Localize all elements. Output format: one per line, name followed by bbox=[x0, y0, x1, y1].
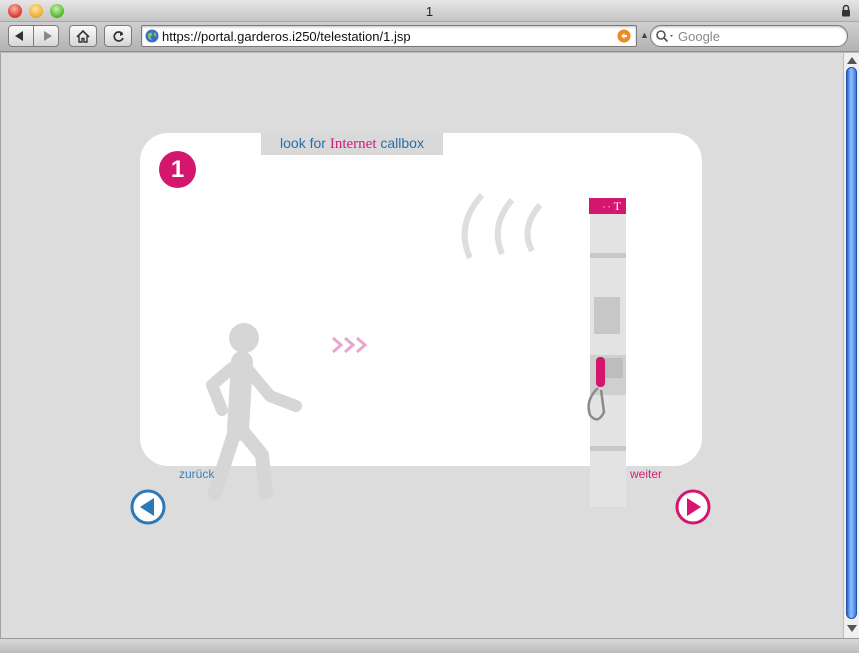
status-bar bbox=[0, 638, 859, 653]
scroll-thumb[interactable] bbox=[846, 67, 857, 619]
vertical-scrollbar[interactable] bbox=[843, 53, 859, 638]
logo-t: T bbox=[613, 199, 621, 213]
next-nav-button[interactable] bbox=[675, 489, 711, 525]
next-link-label[interactable]: weiter bbox=[630, 467, 662, 481]
signal-waves-icon bbox=[461, 192, 543, 260]
scroll-up-arrow-icon[interactable] bbox=[847, 57, 857, 64]
walking-person-icon bbox=[206, 323, 302, 500]
browser-window: 1 https://portal.garderos.i250/telestati… bbox=[0, 0, 859, 653]
back-nav-button[interactable] bbox=[130, 489, 166, 525]
telekom-callbox-icon bbox=[587, 198, 626, 507]
illustration bbox=[130, 192, 711, 525]
telekom-logo: · · T bbox=[590, 198, 626, 214]
logo-dots: · · bbox=[602, 202, 611, 212]
back-link-label[interactable]: zurück bbox=[179, 467, 214, 481]
scroll-down-arrow-icon[interactable] bbox=[847, 625, 857, 632]
direction-arrows-icon bbox=[332, 336, 368, 354]
